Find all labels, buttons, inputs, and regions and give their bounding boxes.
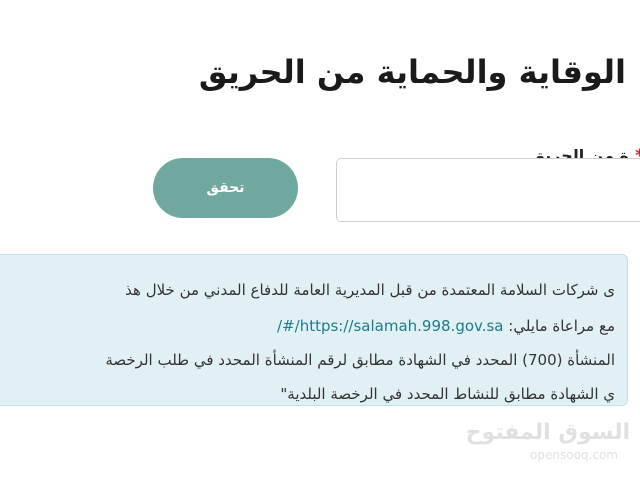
info-box: ى شركات السلامة المعتمدة من قبل المديرية… (0, 254, 628, 406)
verify-button[interactable]: تحقق (153, 158, 298, 218)
info-line-1: ى شركات السلامة المعتمدة من قبل المديرية… (125, 281, 615, 299)
watermark: السوق المفتوح opensooq.com (466, 420, 630, 470)
watermark-url: opensooq.com (530, 448, 618, 462)
page-title: الوقاية والحماية من الحريق (198, 53, 626, 91)
salamah-link[interactable]: https://salamah.998.gov.sa/#/ (277, 317, 503, 335)
info-line-2-text: مع مراعاة مايلي: (508, 317, 615, 335)
info-line-2: مع مراعاة مايلي: https://salamah.998.gov… (277, 315, 615, 337)
watermark-logo: السوق المفتوح (465, 420, 630, 445)
certificate-number-input[interactable] (336, 158, 640, 222)
info-line-4: ي الشهادة مطابق للنشاط المحدد في الرخصة … (280, 385, 615, 403)
info-line-3: المنشأة (700) المحدد في الشهادة مطابق لر… (105, 351, 615, 369)
page: الوقاية والحماية من الحريق *ة من الحريق … (0, 0, 640, 480)
